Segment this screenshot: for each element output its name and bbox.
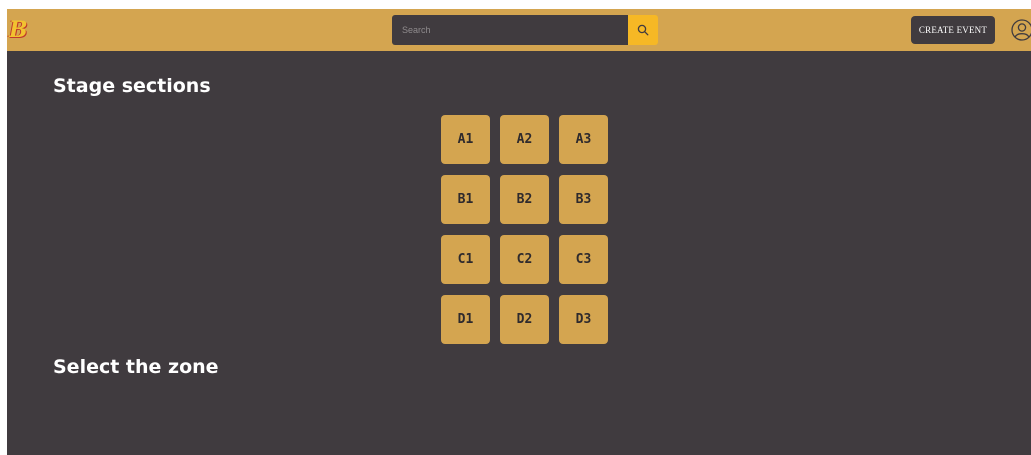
section-button-d3[interactable]: D3 bbox=[559, 295, 608, 344]
section-button-c2[interactable]: C2 bbox=[500, 235, 549, 284]
section-button-c1[interactable]: C1 bbox=[441, 235, 490, 284]
section-button-b2[interactable]: B2 bbox=[500, 175, 549, 224]
user-avatar-icon[interactable] bbox=[1011, 19, 1031, 41]
select-zone-title: Select the zone bbox=[53, 356, 219, 378]
section-button-b3[interactable]: B3 bbox=[559, 175, 608, 224]
app-window: B CREATE EVENT Stage sections A1 A2 A3 B… bbox=[7, 9, 1031, 455]
section-grid: A1 A2 A3 B1 B2 B3 C1 C2 C3 D1 D2 D3 bbox=[441, 115, 608, 344]
section-button-a2[interactable]: A2 bbox=[500, 115, 549, 164]
section-button-a3[interactable]: A3 bbox=[559, 115, 608, 164]
search-icon bbox=[637, 24, 649, 36]
section-button-d2[interactable]: D2 bbox=[500, 295, 549, 344]
stage-sections-title: Stage sections bbox=[53, 75, 211, 97]
top-navbar: B CREATE EVENT bbox=[7, 9, 1031, 51]
section-button-b1[interactable]: B1 bbox=[441, 175, 490, 224]
create-event-button[interactable]: CREATE EVENT bbox=[911, 16, 995, 44]
search-bar bbox=[392, 15, 664, 45]
section-button-c3[interactable]: C3 bbox=[559, 235, 608, 284]
section-button-a1[interactable]: A1 bbox=[441, 115, 490, 164]
search-input[interactable] bbox=[392, 15, 628, 45]
section-button-d1[interactable]: D1 bbox=[441, 295, 490, 344]
brand-logo[interactable]: B bbox=[9, 18, 29, 42]
search-button[interactable] bbox=[628, 15, 658, 45]
